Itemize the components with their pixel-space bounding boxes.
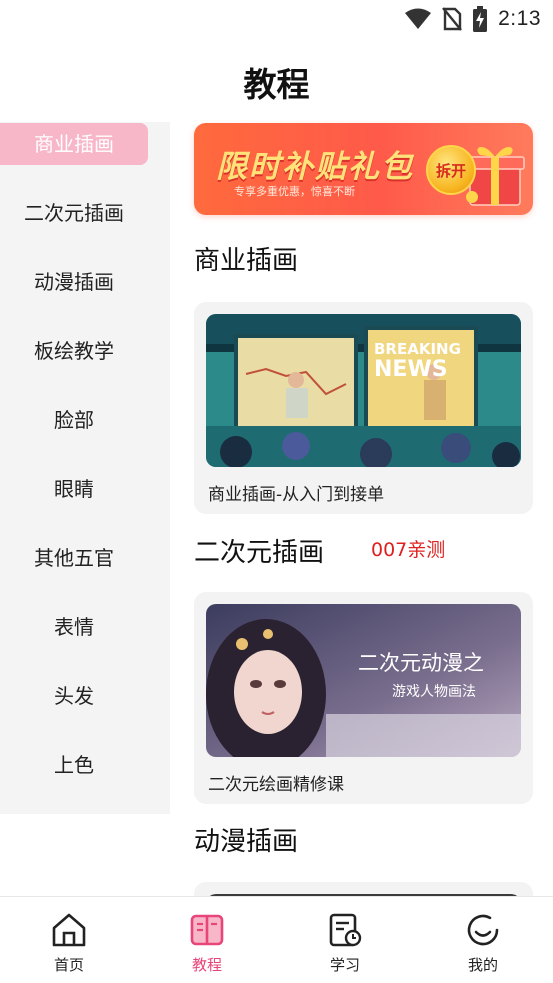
nav-label: 我的 (467, 956, 498, 974)
sidebar-item-expression[interactable]: 表情 (0, 606, 148, 648)
course-title: 二次元绘画精修课 (208, 775, 344, 795)
sidebar-item-label: 上色 (54, 753, 94, 777)
section-title-acg: 二次元插画 (194, 538, 325, 568)
sidebar-item-label: 商业插画 (34, 132, 114, 156)
banner-subtitle: 专享多重优惠，惊喜不断 (234, 185, 355, 198)
sidebar-item-label: 头发 (54, 684, 94, 708)
nav-profile[interactable]: 我的 (414, 897, 552, 983)
sidebar-item-label: 眼睛 (54, 477, 94, 501)
image-text-line2: 游戏人物画法 (392, 684, 476, 700)
section-title-commercial: 商业插画 (194, 246, 299, 276)
sidebar-item-label: 二次元插画 (24, 201, 124, 225)
course-card-commercial[interactable]: BREAKING NEWS 商业插画-从入门到接单 (194, 302, 533, 514)
sidebar-item-coloring[interactable]: 上色 (0, 744, 148, 786)
nav-label: 教程 (191, 956, 222, 974)
course-list[interactable]: 限时补贴礼包 专享多重优惠，惊喜不断 拆开 商业插画 BREAKING NEWS (170, 118, 553, 896)
course-card-acg[interactable]: 二次元动漫之 游戏人物画法 二次元绘画精修课 (194, 592, 533, 804)
course-thumbnail: BREAKING NEWS (206, 314, 521, 467)
category-sidebar: 商业插画 二次元插画 动漫插画 板绘教学 脸部 眼睛 其他五官 表情 头发 上色 (0, 122, 170, 814)
home-icon (52, 913, 86, 947)
nav-study[interactable]: 学习 (276, 897, 414, 983)
news-text-line2: NEWS (374, 357, 448, 382)
sidebar-item-other-features[interactable]: 其他五官 (0, 537, 148, 579)
profile-smile-icon (467, 914, 499, 946)
bottom-nav: 首页 教程 学习 我的 (0, 896, 553, 983)
sidebar-item-anime-illustration[interactable]: 动漫插画 (0, 261, 148, 303)
status-icons: 2:13 (404, 6, 541, 32)
status-bar: 2:13 (0, 0, 553, 40)
news-text-line1: BREAKING (374, 340, 461, 358)
course-thumbnail: 二次元动漫之 游戏人物画法 (206, 604, 521, 757)
course-title: 商业插画-从入门到接单 (208, 485, 385, 505)
news-illustration: BREAKING NEWS (206, 314, 521, 467)
sidebar-item-acg-illustration[interactable]: 二次元插画 (0, 192, 148, 234)
sidebar-item-label: 脸部 (54, 408, 94, 432)
sidebar-item-eyes[interactable]: 眼睛 (0, 468, 148, 510)
sidebar-item-commercial-illustration[interactable]: 商业插画 (0, 123, 148, 165)
section-tag: 007亲测 (371, 539, 446, 561)
wifi-icon (405, 8, 432, 29)
course-card-anime[interactable] (194, 882, 533, 896)
nav-home[interactable]: 首页 (0, 897, 138, 983)
sidebar-item-tablet-drawing[interactable]: 板绘教学 (0, 330, 148, 372)
nav-label: 学习 (329, 956, 360, 974)
status-time: 2:13 (498, 7, 541, 30)
no-sim-icon (442, 7, 463, 31)
image-text-line1: 二次元动漫之 (358, 651, 484, 675)
sidebar-item-label: 板绘教学 (34, 339, 114, 363)
sidebar-item-face[interactable]: 脸部 (0, 399, 148, 441)
sidebar-item-label: 表情 (54, 615, 94, 639)
section-title-anime: 动漫插画 (194, 827, 299, 857)
anime-character-illustration: 二次元动漫之 游戏人物画法 (206, 604, 521, 757)
battery-charging-icon (473, 6, 488, 32)
nav-tutorial[interactable]: 教程 (138, 897, 276, 983)
nav-label: 首页 (53, 956, 84, 974)
book-icon (190, 914, 224, 946)
study-record-icon (329, 913, 362, 947)
page-title: 教程 (243, 65, 310, 104)
open-gift-button[interactable]: 拆开 (426, 145, 476, 195)
banner-title: 限时补贴礼包 (216, 149, 414, 185)
sidebar-item-label: 其他五官 (34, 546, 114, 570)
sidebar-item-hair[interactable]: 头发 (0, 675, 148, 717)
sidebar-item-label: 动漫插画 (34, 270, 114, 294)
promo-banner[interactable]: 限时补贴礼包 专享多重优惠，惊喜不断 拆开 (194, 123, 533, 215)
